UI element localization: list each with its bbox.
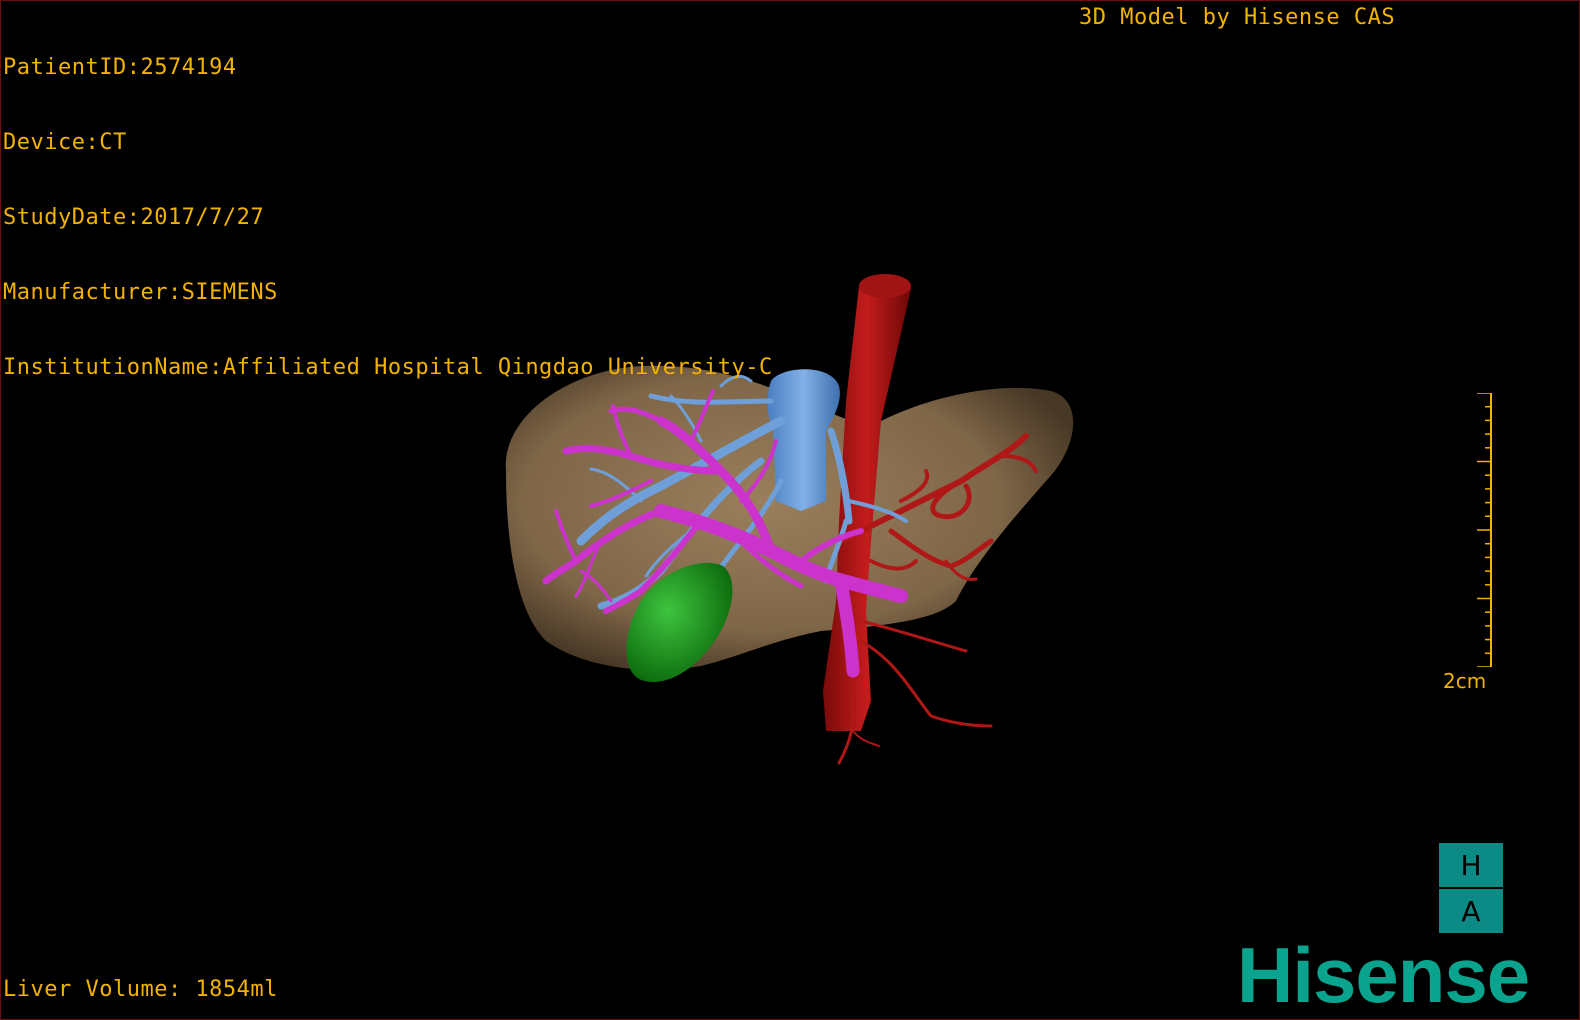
orientation-anterior-label: A — [1461, 894, 1481, 928]
orientation-head-marker[interactable]: H — [1439, 843, 1503, 887]
model-title: 3D Model by Hisense CAS — [1079, 5, 1396, 30]
study-date-text: StudyDate:2017/7/27 — [3, 205, 265, 230]
orientation-anterior-marker[interactable]: A — [1439, 889, 1503, 933]
orientation-head-label: H — [1460, 848, 1482, 882]
liver-volume-text: Liver Volume: 1854ml — [3, 977, 278, 1002]
device-text: Device:CT — [3, 130, 127, 155]
scale-ticks — [1477, 393, 1491, 667]
patient-info-overlay: PatientID:2574194 Device:CT StudyDate:20… — [3, 5, 773, 430]
hisense-logo: Hisense — [1237, 931, 1530, 1019]
institution-text: InstitutionName:Affiliated Hospital Qing… — [3, 355, 773, 380]
scale-bar — [1477, 393, 1492, 667]
patient-id-text: PatientID:2574194 — [3, 55, 237, 80]
3d-viewport[interactable]: PatientID:2574194 Device:CT StudyDate:20… — [0, 0, 1580, 1020]
scale-label: 2cm — [1443, 669, 1487, 693]
manufacturer-text: Manufacturer:SIEMENS — [3, 280, 278, 305]
